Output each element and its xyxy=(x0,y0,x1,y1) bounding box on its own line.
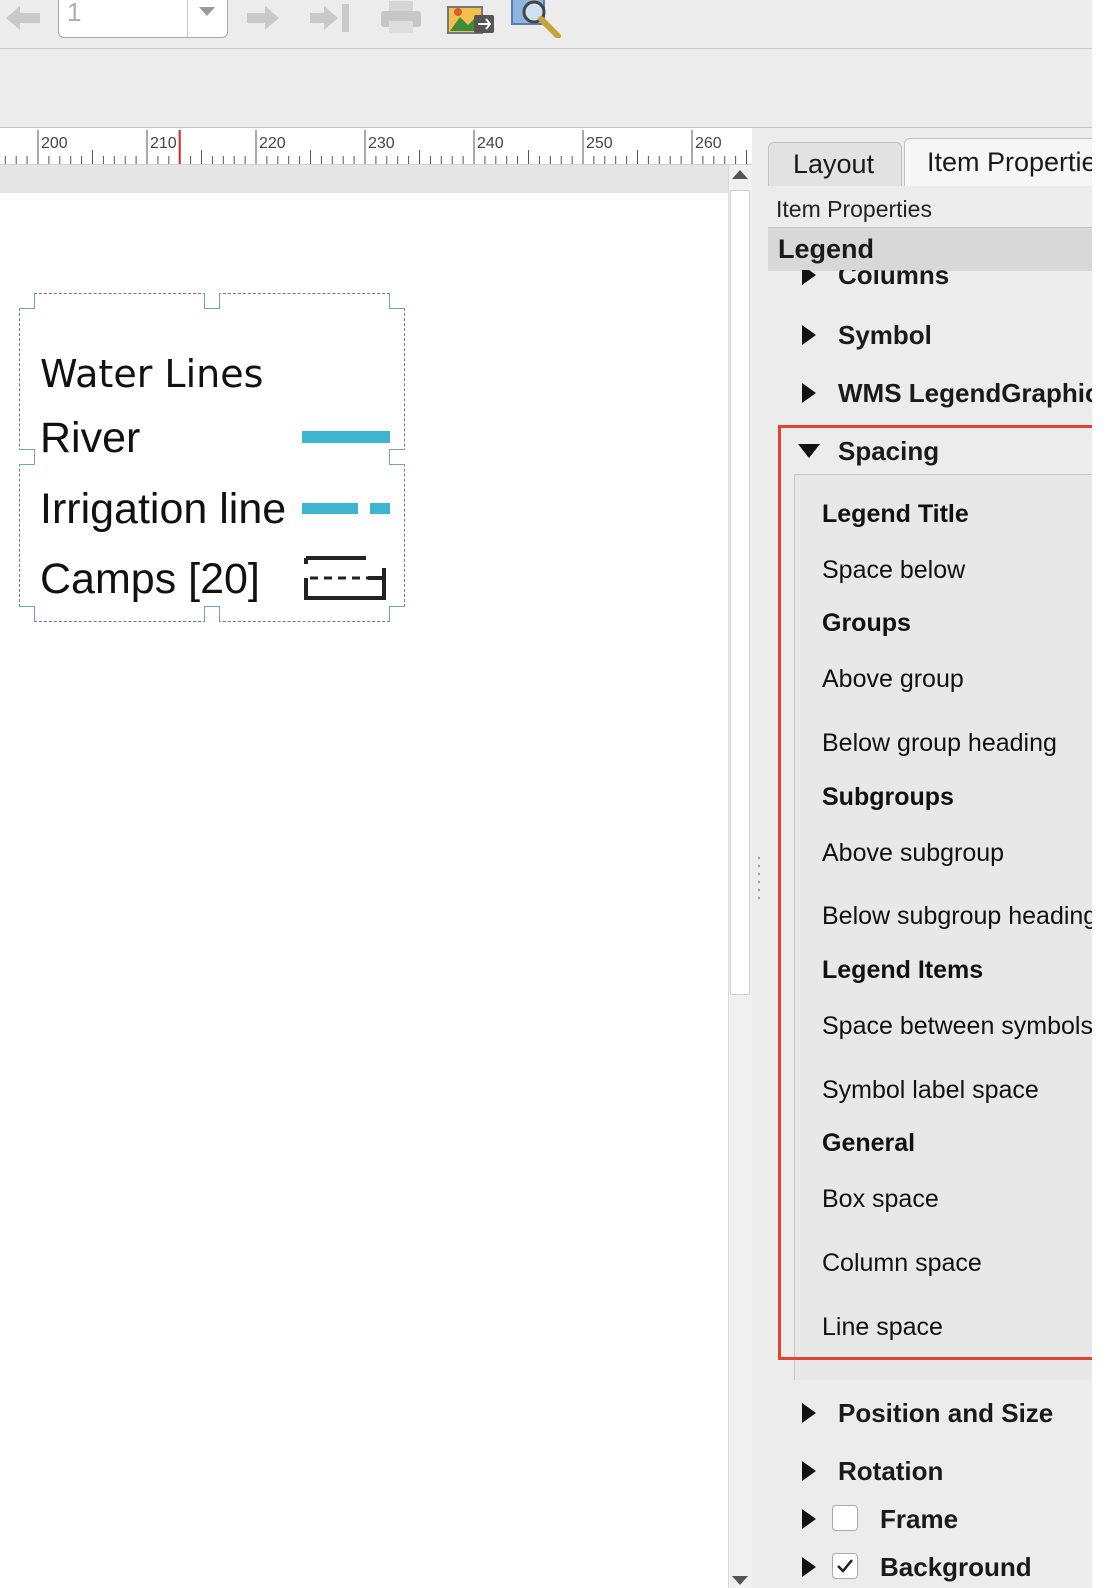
frame-checkbox[interactable] xyxy=(832,1505,858,1531)
expand-arrow-icon[interactable] xyxy=(802,1557,816,1577)
resize-handle-bottom[interactable] xyxy=(204,606,220,622)
group-symbol[interactable]: Symbol xyxy=(802,318,932,352)
checkmark-icon xyxy=(837,1559,853,1573)
print-icon[interactable] xyxy=(378,0,424,36)
background-checkbox[interactable] xyxy=(832,1553,858,1579)
scroll-up-icon[interactable] xyxy=(732,170,748,179)
group-wms-label: WMS LegendGraphic xyxy=(838,377,1092,408)
ruler-ticks: 200 210 220 230 240 250 260 xyxy=(4,130,747,164)
ruler-label: 220 xyxy=(259,135,286,152)
group-symbol-label: Symbol xyxy=(838,319,932,350)
page-number-combobox[interactable]: 1 xyxy=(58,0,228,38)
river-line-symbol xyxy=(302,431,390,443)
ruler-label: 250 xyxy=(586,135,613,152)
export-image-icon[interactable] xyxy=(446,0,498,36)
expand-arrow-icon[interactable] xyxy=(802,325,816,345)
zoom-tool-icon[interactable] xyxy=(510,0,566,38)
legend-title: Water Lines xyxy=(40,352,264,396)
ruler-label: 200 xyxy=(41,135,68,152)
ruler-label: 260 xyxy=(695,135,722,152)
legend-header-label: Legend xyxy=(778,234,875,264)
tab-item-properties-label: Item Properties xyxy=(927,147,1092,177)
panel-splitter[interactable] xyxy=(752,128,766,1588)
scroll-down-icon[interactable] xyxy=(732,1576,748,1585)
irrigation-line-symbol xyxy=(302,503,390,514)
resize-handle-right[interactable] xyxy=(389,449,405,465)
tab-layout[interactable]: Layout xyxy=(768,142,902,186)
camps-polygon-symbol xyxy=(304,556,386,600)
tab-item-properties[interactable]: Item Properties xyxy=(904,138,1092,186)
arrow-right-icon[interactable] xyxy=(244,0,284,36)
group-background[interactable]: Background xyxy=(802,1550,1032,1584)
resize-handle-left[interactable] xyxy=(19,449,35,465)
resize-handle-top-left[interactable] xyxy=(19,293,35,309)
tab-layout-label: Layout xyxy=(793,149,875,179)
expand-arrow-icon[interactable] xyxy=(802,383,816,403)
secondary-toolbar xyxy=(0,49,1092,128)
resize-handle-top-right[interactable] xyxy=(389,293,405,309)
scrollbar-thumb[interactable] xyxy=(730,190,750,995)
expand-arrow-icon[interactable] xyxy=(802,1509,816,1529)
expand-arrow-icon[interactable] xyxy=(802,1403,816,1423)
legend-section-header: Legend xyxy=(768,227,1092,271)
last-page-icon[interactable] xyxy=(308,0,354,36)
ruler-label: 240 xyxy=(477,135,504,152)
window-edge xyxy=(1092,0,1107,1588)
group-background-label: Background xyxy=(880,1551,1032,1582)
group-position-and-size[interactable]: Position and Size xyxy=(802,1396,1053,1430)
arrow-left-icon[interactable] xyxy=(0,0,44,36)
page-number-value: 1 xyxy=(67,0,82,27)
horizontal-ruler: 200 210 220 230 240 250 260 xyxy=(0,128,752,165)
resize-handle-bottom-left[interactable] xyxy=(19,606,35,622)
spacing-highlight-box xyxy=(778,425,1092,1360)
legend-label-irrigation: Irrigation line xyxy=(40,485,287,533)
group-frame-label: Frame xyxy=(880,1503,959,1534)
group-rotation-label: Rotation xyxy=(838,1455,944,1486)
combobox-separator xyxy=(187,0,188,37)
ruler-label: 230 xyxy=(368,135,395,152)
resize-handle-bottom-right[interactable] xyxy=(389,606,405,622)
resize-handle-top[interactable] xyxy=(204,293,220,309)
item-properties-panel: Layout Item Properties Item Properties L… xyxy=(766,128,1092,1588)
group-rotation[interactable]: Rotation xyxy=(802,1454,943,1488)
layout-toolbar: 1 xyxy=(0,0,1092,49)
legend-label-camps: Camps [20] xyxy=(40,555,260,603)
group-wms-legendgraphic[interactable]: WMS LegendGraphic xyxy=(802,376,1092,410)
group-position-label: Position and Size xyxy=(838,1397,1054,1428)
legend-label-river: River xyxy=(40,414,141,462)
group-frame[interactable]: Frame xyxy=(802,1502,958,1536)
expand-arrow-icon[interactable] xyxy=(802,1461,816,1481)
panel-subtitle: Item Properties xyxy=(776,196,932,222)
chevron-down-icon[interactable] xyxy=(199,7,215,16)
ruler-label: 210 xyxy=(150,135,177,152)
canvas-top-margin xyxy=(0,165,728,193)
